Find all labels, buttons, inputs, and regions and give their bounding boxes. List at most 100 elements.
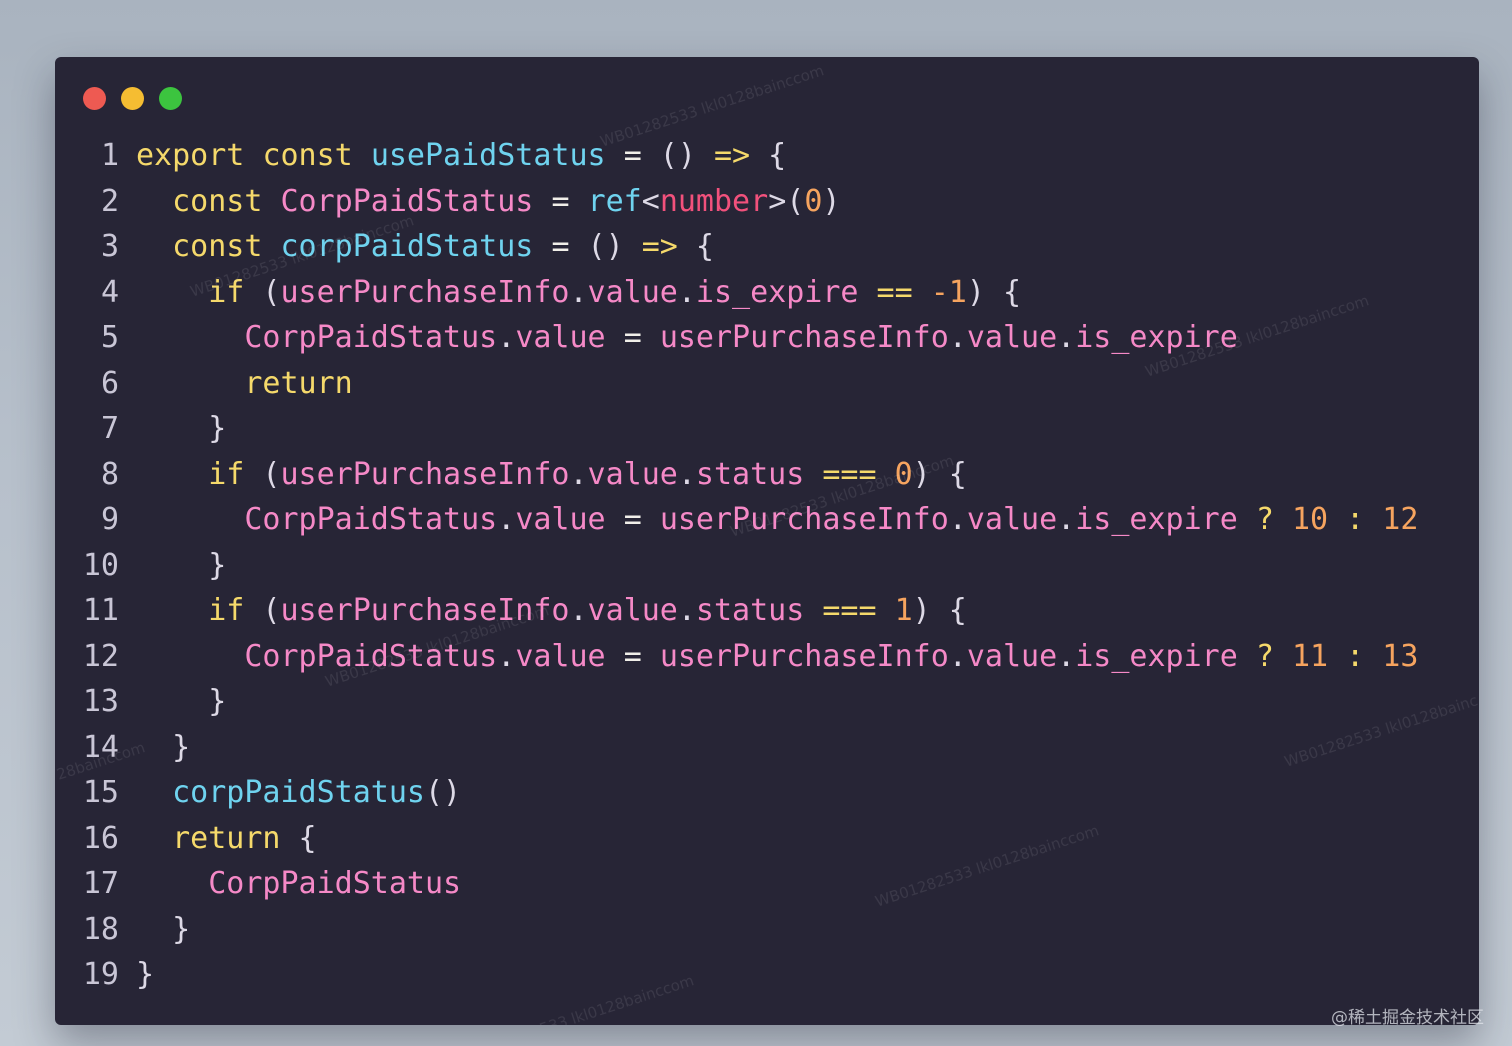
code-token: userPurchaseInfo — [280, 593, 570, 628]
code-token: >( — [768, 183, 805, 219]
code-token: . — [497, 320, 516, 355]
code-token: ) { — [966, 274, 1022, 310]
code-token: ? — [1255, 638, 1274, 674]
code-token: corpPaidStatus — [172, 775, 425, 810]
code-token: => — [714, 138, 751, 173]
code-token: . — [948, 502, 967, 537]
line-source: } — [136, 907, 190, 953]
code-token: = — [623, 138, 642, 173]
code-token: . — [677, 456, 696, 492]
code-block: 1 export const usePaidStatus = () => {2 c… — [55, 133, 1479, 998]
line-number: 11 — [82, 593, 119, 628]
code-token: value — [966, 320, 1058, 355]
code-token: is_expire — [695, 274, 859, 310]
code-token: CorpPaidStatus — [244, 320, 498, 355]
close-dot-icon[interactable] — [83, 87, 106, 110]
code-line: 9 CorpPaidStatus.value = userPurchaseInf… — [55, 497, 1479, 543]
code-token: 1 — [894, 593, 913, 628]
code-token: . — [1057, 502, 1076, 537]
code-token: value — [966, 638, 1058, 674]
code-token: usePaidStatus — [370, 138, 606, 173]
code-line: 14 } — [55, 725, 1479, 771]
line-number: 8 — [100, 456, 119, 492]
code-token: } — [172, 911, 191, 947]
code-token: . — [569, 593, 588, 628]
code-token: const — [172, 229, 263, 264]
code-token: 0 — [804, 183, 823, 219]
line-source: } — [136, 543, 226, 589]
code-token: === — [822, 456, 877, 492]
line-number: 18 — [82, 911, 119, 947]
line-number: 16 — [82, 820, 119, 856]
code-token: ) — [822, 183, 841, 219]
code-token: return — [172, 820, 281, 856]
code-token: () — [569, 229, 642, 264]
minimize-dot-icon[interactable] — [121, 87, 144, 110]
line-source: if (userPurchaseInfo.value.status === 1)… — [136, 588, 967, 634]
code-token: 12 — [1382, 502, 1419, 537]
maximize-dot-icon[interactable] — [159, 87, 182, 110]
line-source: } — [136, 952, 154, 998]
code-line: 11 if (userPurchaseInfo.value.status ===… — [55, 588, 1479, 634]
code-token: userPurchaseInfo — [280, 274, 570, 310]
code-token: CorpPaidStatus — [208, 866, 462, 901]
code-token: } — [208, 684, 227, 719]
line-number: 4 — [100, 274, 119, 310]
code-token: . — [569, 456, 588, 492]
code-token: ) { — [912, 593, 967, 628]
code-token: status — [695, 593, 805, 628]
code-token: 10 — [1291, 502, 1329, 537]
code-token: . — [677, 593, 696, 628]
line-source: } — [136, 725, 190, 771]
code-token: 13 — [1382, 638, 1419, 674]
code-token: . — [569, 274, 588, 310]
code-line: 2 const CorpPaidStatus = ref<number>(0) — [55, 179, 1479, 225]
code-token: . — [497, 502, 516, 537]
code-token: 0 — [894, 456, 913, 492]
window-controls — [83, 87, 182, 110]
code-token: { — [280, 820, 317, 856]
code-token: CorpPaidStatus — [244, 502, 498, 537]
code-line: 16 return { — [55, 816, 1479, 862]
code-token: ) { — [912, 456, 967, 492]
code-line: 1 export const usePaidStatus = () => { — [55, 133, 1479, 179]
line-source: const CorpPaidStatus = ref<number>(0) — [136, 179, 840, 225]
code-token: . — [1057, 320, 1076, 355]
line-number: 2 — [100, 183, 119, 219]
code-token: value — [515, 502, 606, 537]
code-line: 18 } — [55, 907, 1479, 953]
code-token: const — [172, 183, 263, 219]
code-token: . — [948, 638, 967, 674]
attribution-text: @稀土掘金技术社区 — [1331, 1008, 1484, 1028]
code-token: CorpPaidStatus — [244, 638, 498, 674]
line-source: CorpPaidStatus.value = userPurchaseInfo.… — [136, 315, 1237, 361]
line-number: 6 — [100, 365, 119, 401]
code-token: = — [623, 320, 642, 355]
line-number: 5 — [100, 320, 119, 355]
code-token: value — [515, 638, 606, 674]
code-token: == — [876, 274, 913, 310]
